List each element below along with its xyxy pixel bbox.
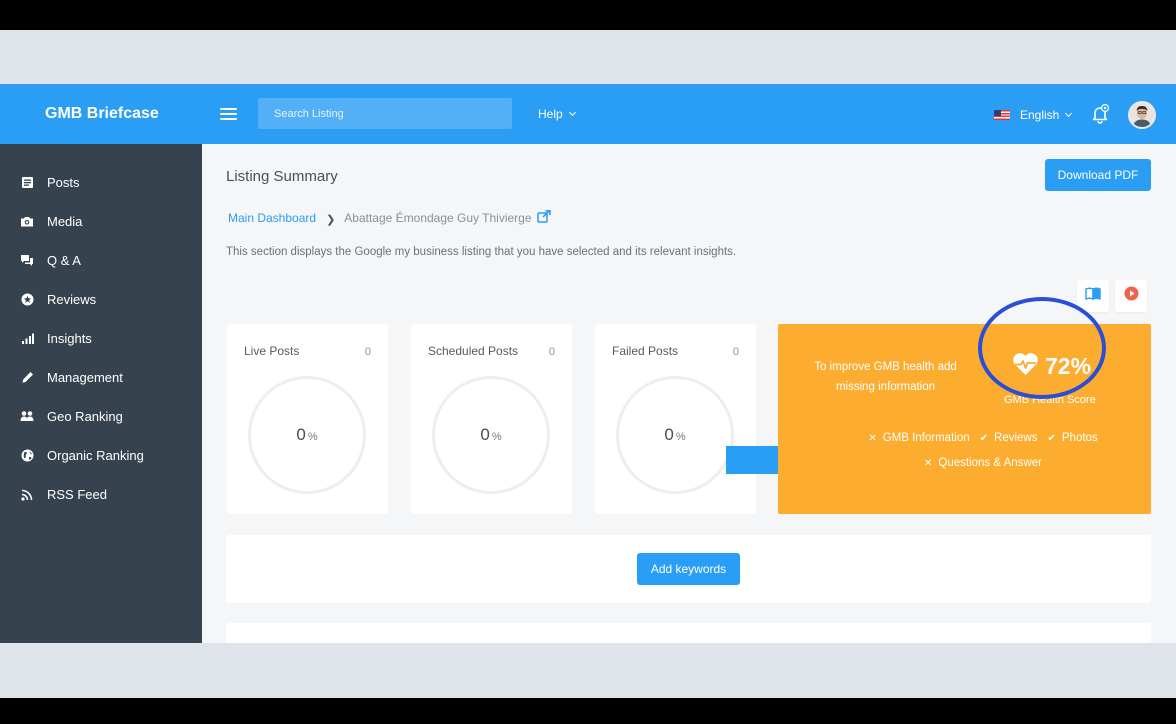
progress-value: 0 <box>296 425 306 444</box>
play-icon <box>1124 286 1139 306</box>
keywords-card: Add keywords <box>226 535 1151 603</box>
sidebar-item-label: Organic Ranking <box>47 448 144 463</box>
search-input[interactable] <box>258 98 512 129</box>
us-flag-icon <box>994 110 1010 120</box>
card-label: Live Posts <box>244 344 300 358</box>
next-section-card <box>226 623 1151 643</box>
language-label: English <box>1020 108 1060 122</box>
card-count: 0 <box>548 346 555 358</box>
percent-unit: % <box>675 431 686 443</box>
sidebar-item-reviews[interactable]: Reviews <box>0 280 202 319</box>
download-pdf-button[interactable]: Download PDF <box>1045 159 1151 191</box>
health-improve-text: To improve GMB health add missing inform… <box>814 361 957 393</box>
brand-logo[interactable]: GMB Briefcase <box>45 84 159 144</box>
progress-ring: 0% <box>248 376 366 494</box>
top-header: GMB Briefcase Help English <box>0 84 1176 144</box>
card-count: 0 <box>364 346 371 358</box>
sidebar-item-qa[interactable]: Q & A <box>0 241 202 280</box>
card-label: Failed Posts <box>612 344 679 358</box>
language-dropdown[interactable]: English <box>994 84 1073 146</box>
sidebar-item-label: Q & A <box>47 253 81 268</box>
check-icon: ✔ <box>1047 432 1056 444</box>
letterbox-top <box>0 0 1176 30</box>
help-dropdown[interactable]: Help <box>538 84 576 144</box>
sidebar-item-label: Media <box>47 214 83 229</box>
card-count: 0 <box>732 346 739 358</box>
sidebar-item-media[interactable]: Media <box>0 202 202 241</box>
pencil-icon <box>20 371 34 385</box>
cross-icon: ✕ <box>868 432 877 444</box>
camera-icon <box>20 215 34 229</box>
chevron-down-icon <box>1065 109 1073 117</box>
posts-icon <box>20 176 34 190</box>
sidebar-item-label: Reviews <box>47 292 97 307</box>
notification-bell-icon[interactable] <box>1091 103 1110 124</box>
page-title: Listing Summary <box>226 168 338 185</box>
sidebar-item-label: Insights <box>47 331 92 346</box>
screen-bezel-top <box>0 30 1176 84</box>
sidebar: Posts Media Q & A Reviews Insights Manag… <box>0 144 202 643</box>
progress-ring: 0% <box>616 376 734 494</box>
percent-unit: % <box>491 431 502 443</box>
progress-ring: 0% <box>432 376 550 494</box>
bar-chart-icon <box>20 332 34 346</box>
check-icon: ✔ <box>979 432 989 444</box>
globe-icon <box>20 449 34 463</box>
sidebar-item-label: Management <box>47 370 123 385</box>
users-icon <box>20 410 34 424</box>
sidebar-item-label: Geo Ranking <box>47 409 123 424</box>
star-icon <box>20 293 34 307</box>
sidebar-item-label: Posts <box>47 175 80 190</box>
progress-value: 0 <box>664 425 674 444</box>
scheduled-posts-card: Scheduled Posts 0 0% <box>411 324 572 514</box>
sidebar-item-rss-feed[interactable]: RSS Feed <box>0 475 202 514</box>
book-icon <box>1085 287 1101 305</box>
checklist-item-gmb-information: ✕ GMB Information <box>868 432 970 444</box>
user-avatar[interactable] <box>1128 101 1156 129</box>
sidebar-item-geo-ranking[interactable]: Geo Ranking <box>0 397 202 436</box>
sidebar-item-label: RSS Feed <box>47 487 107 502</box>
cross-icon: ✕ <box>924 457 933 469</box>
rss-icon <box>20 488 34 502</box>
chevron-down-icon <box>568 108 576 117</box>
sidebar-item-posts[interactable]: Posts <box>0 163 202 202</box>
breadcrumb-separator-icon: ❯ <box>326 213 336 226</box>
add-keywords-button[interactable]: Add keywords <box>637 553 740 585</box>
percent-unit: % <box>307 431 318 443</box>
chat-icon <box>20 254 34 268</box>
letterbox-bottom <box>0 698 1176 724</box>
breadcrumb-main-dashboard[interactable]: Main Dashboard <box>228 211 316 225</box>
progress-value: 0 <box>480 425 490 444</box>
sidebar-item-management[interactable]: Management <box>0 358 202 397</box>
breadcrumb: Main Dashboard ❯ Abattage Émondage Guy T… <box>228 209 551 226</box>
page-description: This section displays the Google my busi… <box>226 246 737 258</box>
video-tutorial-button[interactable] <box>1115 280 1147 312</box>
menu-toggle-icon[interactable] <box>220 108 237 121</box>
help-label: Help <box>538 107 563 121</box>
external-link-icon[interactable] <box>536 209 551 226</box>
live-posts-card: Live Posts 0 0% <box>227 324 388 514</box>
health-checklist: ✕ GMB Information ✔ Reviews ✔ Photos ✕ Quest… <box>838 432 1128 482</box>
screen-bezel-bottom <box>0 643 1176 698</box>
sidebar-item-insights[interactable]: Insights <box>0 319 202 358</box>
sidebar-item-organic-ranking[interactable]: Organic Ranking <box>0 436 202 475</box>
main-content: Listing Summary Download PDF Main Dashbo… <box>202 144 1176 643</box>
checklist-item-questions-answer: ✕ Questions & Answer <box>924 457 1042 469</box>
card-label: Scheduled Posts <box>428 344 519 358</box>
breadcrumb-current-listing: Abattage Émondage Guy Thivierge <box>344 211 532 225</box>
score-highlight-circle <box>978 297 1106 399</box>
checklist-item-reviews: ✔ Reviews <box>979 432 1038 444</box>
checklist-item-photos: ✔ Photos <box>1047 432 1098 444</box>
